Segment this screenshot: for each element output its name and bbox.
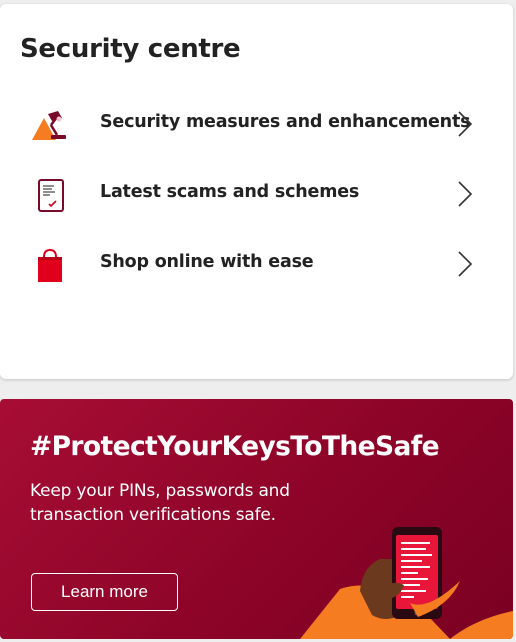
security-centre-card: Security centre Security measures and en… [0,4,513,379]
link-label: Latest scams and schemes [100,182,360,202]
chevron-right-icon [455,110,475,138]
chevron-right-icon [455,180,475,208]
link-label: Shop online with ease [100,252,314,272]
learn-more-button[interactable]: Learn more [31,573,178,611]
hand-holding-phone-illustration [300,519,513,639]
link-latest-scams[interactable]: Latest scams and schemes [0,169,513,219]
chevron-right-icon [455,250,475,278]
link-label: Security measures and enhancements [100,112,471,132]
link-shop-online[interactable]: Shop online with ease [0,239,513,289]
shopping-bag-icon [30,248,68,282]
section-title: Security centre [20,34,241,64]
document-checklist-icon [30,178,68,212]
banner-text: Keep your PINs, passwords and transactio… [30,481,290,525]
desk-lamp-icon [30,108,68,142]
banner-title: #ProtectYourKeysToTheSafe [30,431,440,462]
promo-banner: #ProtectYourKeysToTheSafe Keep your PINs… [0,399,513,639]
link-security-measures[interactable]: Security measures and enhancements [0,99,513,149]
